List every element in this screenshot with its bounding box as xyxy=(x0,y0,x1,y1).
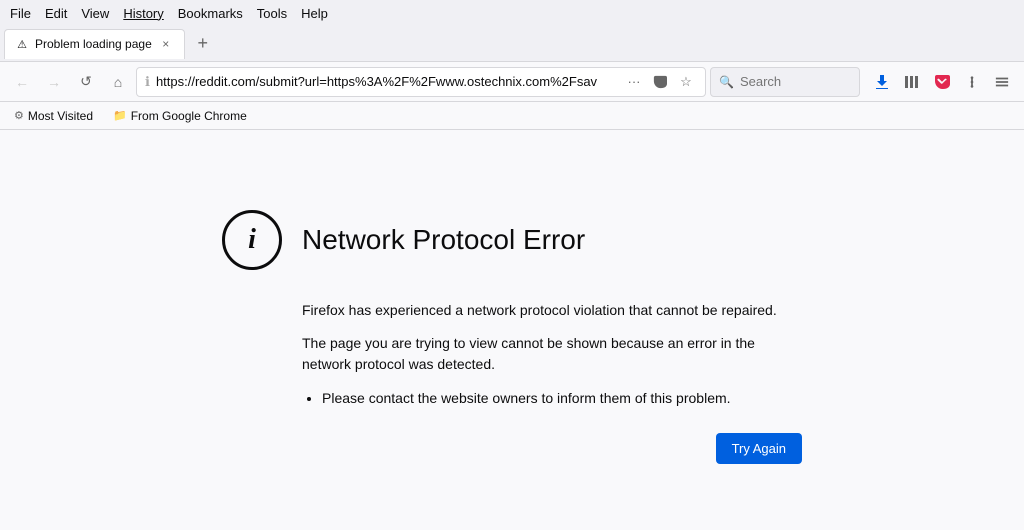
back-button[interactable]: ← xyxy=(8,68,36,96)
bookmark-star-icon[interactable]: ☆ xyxy=(675,71,697,93)
menu-view[interactable]: View xyxy=(75,4,115,23)
from-chrome-bookmark[interactable]: 📁 From Google Chrome xyxy=(107,107,253,125)
info-icon: ℹ xyxy=(145,74,150,90)
toolbar-right xyxy=(868,68,1016,96)
library-button[interactable] xyxy=(898,68,926,96)
tab-title: Problem loading page xyxy=(35,37,152,51)
search-icon: 🔍 xyxy=(719,75,734,89)
reload-button[interactable]: ↺ xyxy=(72,68,100,96)
main-content: i Network Protocol Error Firefox has exp… xyxy=(0,130,1024,530)
tab-bar: ⚠ Problem loading page × + xyxy=(0,26,1024,62)
new-tab-button[interactable]: + xyxy=(189,30,217,58)
url-actions: ··· ☆ xyxy=(623,71,697,93)
search-bar[interactable]: 🔍 xyxy=(710,67,860,97)
pocket-button[interactable] xyxy=(928,68,956,96)
menu-edit[interactable]: Edit xyxy=(39,4,73,23)
error-list: Please contact the website owners to inf… xyxy=(322,387,802,409)
error-container: i Network Protocol Error Firefox has exp… xyxy=(222,210,802,490)
try-again-button[interactable]: Try Again xyxy=(716,433,802,464)
folder-icon: 📁 xyxy=(113,109,127,122)
error-header: i Network Protocol Error xyxy=(222,210,802,270)
error-icon: i xyxy=(222,210,282,270)
try-again-container: Try Again xyxy=(302,433,802,464)
url-input[interactable] xyxy=(156,74,617,89)
nav-bar: ← → ↺ ⌂ ℹ ··· ☆ 🔍 xyxy=(0,62,1024,102)
error-body: Firefox has experienced a network protoc… xyxy=(302,300,802,464)
menu-help[interactable]: Help xyxy=(295,4,334,23)
most-visited-label: Most Visited xyxy=(28,109,93,123)
downloads-button[interactable] xyxy=(868,68,896,96)
menu-bar: File Edit View History Bookmarks Tools H… xyxy=(0,0,1024,26)
menu-history[interactable]: History xyxy=(117,4,169,23)
error-desc-1: Firefox has experienced a network protoc… xyxy=(302,300,802,321)
menu-tools[interactable]: Tools xyxy=(251,4,293,23)
error-title: Network Protocol Error xyxy=(302,224,585,256)
more-button[interactable]: ··· xyxy=(623,71,645,93)
tab-close-button[interactable]: × xyxy=(158,36,174,52)
reader-view-icon[interactable] xyxy=(649,71,671,93)
menu-file[interactable]: File xyxy=(4,4,37,23)
warning-icon: ⚠ xyxy=(15,37,29,51)
from-chrome-label: From Google Chrome xyxy=(131,109,247,123)
search-input[interactable] xyxy=(740,74,851,89)
most-visited-bookmark[interactable]: ⚙ Most Visited xyxy=(8,107,99,125)
home-button[interactable]: ⌂ xyxy=(104,68,132,96)
bookmarks-bar: ⚙ Most Visited 📁 From Google Chrome xyxy=(0,102,1024,130)
forward-button[interactable]: → xyxy=(40,68,68,96)
error-bullet: Please contact the website owners to inf… xyxy=(322,387,802,409)
error-desc-2: The page you are trying to view cannot b… xyxy=(302,333,802,375)
active-tab[interactable]: ⚠ Problem loading page × xyxy=(4,29,185,59)
url-bar[interactable]: ℹ ··· ☆ xyxy=(136,67,706,97)
more-tools-button[interactable] xyxy=(958,68,986,96)
gear-icon: ⚙ xyxy=(14,109,24,122)
app-menu-button[interactable] xyxy=(988,68,1016,96)
menu-bookmarks[interactable]: Bookmarks xyxy=(172,4,249,23)
